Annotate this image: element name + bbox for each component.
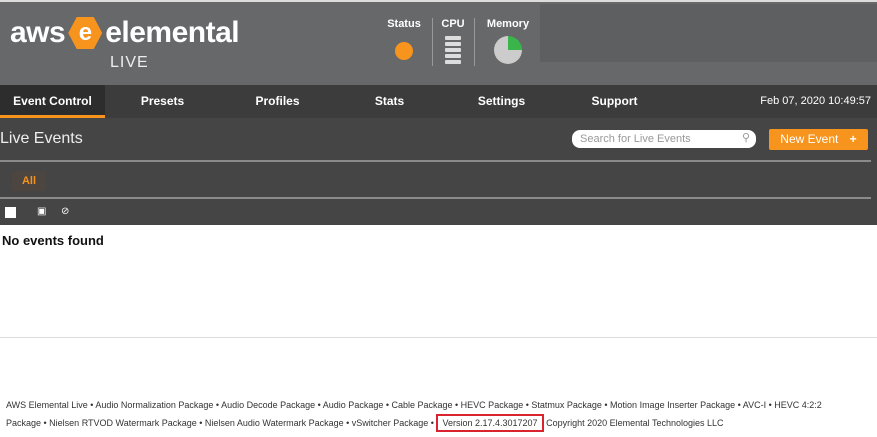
- memory-label: Memory: [486, 18, 530, 30]
- memory-pie-icon: [494, 36, 522, 64]
- select-all-checkbox[interactable]: [5, 207, 16, 218]
- footer-line2: Package • Nielsen RTVOD Watermark Packag…: [6, 414, 724, 432]
- cancel-icon[interactable]: ⊘: [61, 206, 69, 217]
- page-title: Live Events: [0, 130, 83, 147]
- divider: [0, 197, 871, 199]
- datetime: Feb 07, 2020 10:49:57: [760, 95, 871, 107]
- tab-presets[interactable]: Presets: [125, 85, 200, 118]
- status-label: Status: [387, 18, 421, 30]
- logo-mark: e: [78, 19, 92, 46]
- tab-support[interactable]: Support: [577, 85, 652, 118]
- search-placeholder: Search for Live Events: [580, 133, 691, 145]
- search-input[interactable]: Search for Live Events ⚲: [572, 130, 756, 148]
- cpu-bars-icon: [445, 36, 461, 64]
- tab-event-control[interactable]: Event Control: [0, 85, 105, 118]
- divider: [0, 337, 877, 338]
- logo-hex-icon: e: [68, 17, 103, 49]
- new-event-button[interactable]: New Event +: [769, 129, 868, 150]
- header-right-panel: [540, 4, 877, 62]
- filter-all[interactable]: All: [12, 171, 46, 191]
- plus-icon: +: [849, 132, 857, 146]
- search-icon[interactable]: ⚲: [742, 131, 750, 145]
- logo-text-2: elemental: [105, 16, 240, 49]
- divider: [0, 160, 871, 162]
- logo-text: aws: [10, 16, 66, 49]
- archive-icon[interactable]: ▣: [37, 206, 46, 217]
- version-label: Version 2.17.4.3017207: [436, 414, 544, 432]
- divider: [432, 18, 433, 66]
- empty-message: No events found: [2, 233, 104, 248]
- footer-packages: AWS Elemental Live • Audio Normalization…: [6, 400, 822, 410]
- status-indicator-icon: [395, 42, 413, 60]
- cpu-monitor[interactable]: CPU: [438, 18, 468, 66]
- footer-packages-2: Package • Nielsen RTVOD Watermark Packag…: [6, 418, 434, 428]
- cpu-label: CPU: [441, 18, 465, 30]
- tab-profiles[interactable]: Profiles: [240, 85, 315, 118]
- events-panel: Live Events Search for Live Events ⚲ New…: [0, 118, 877, 225]
- copyright: Copyright 2020 Elemental Technologies LL…: [546, 418, 724, 428]
- aws-elemental-logo: aws e elemental: [10, 16, 240, 50]
- tab-stats[interactable]: Stats: [352, 85, 427, 118]
- main-nav: Event Control Presets Profiles Stats Set…: [0, 85, 877, 118]
- tab-settings[interactable]: Settings: [464, 85, 539, 118]
- memory-monitor[interactable]: Memory: [482, 18, 534, 64]
- product-name: LIVE: [110, 54, 149, 71]
- status-monitor[interactable]: Status: [384, 18, 424, 60]
- new-event-label: New Event: [780, 132, 839, 146]
- divider: [474, 18, 475, 66]
- header: aws e elemental LIVE Status CPU Memory: [0, 0, 877, 85]
